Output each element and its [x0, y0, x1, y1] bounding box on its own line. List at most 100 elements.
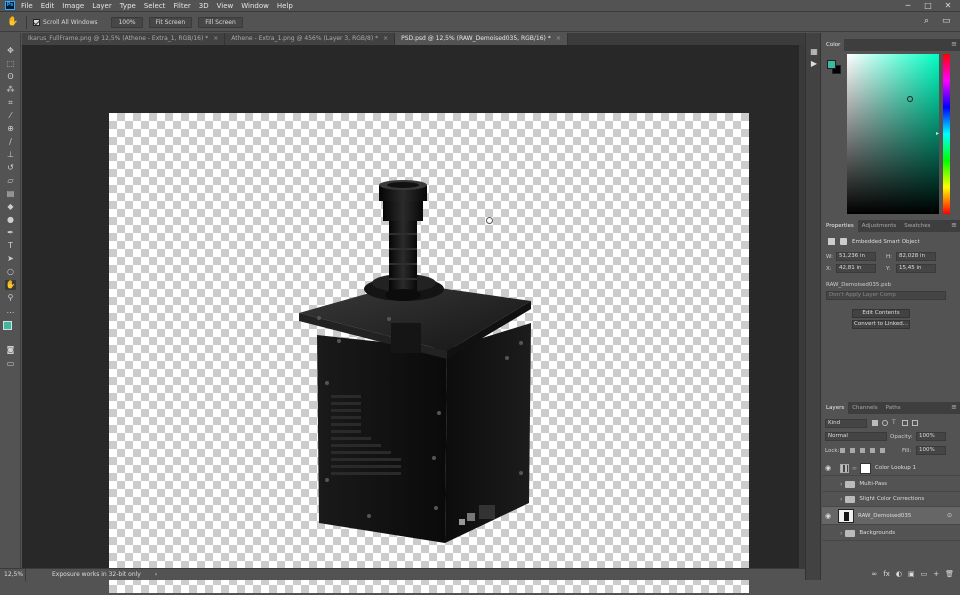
lock-artboard-icon[interactable]	[870, 448, 875, 453]
expand-arrow-icon[interactable]: ›	[840, 530, 842, 537]
clone-stamp-tool-icon[interactable]: ⊥	[5, 150, 16, 160]
menu-help[interactable]: Help	[277, 2, 293, 10]
smart-filter-icon[interactable]: ⊙	[947, 512, 952, 519]
history-brush-tool-icon[interactable]: ↺	[5, 163, 16, 173]
tab-channels[interactable]: Channels	[848, 402, 881, 414]
layer-row[interactable]: ◉ ∞ Color Lookup 1	[822, 461, 960, 476]
blend-mode-select[interactable]: Normal	[825, 432, 887, 441]
width-field[interactable]: 51,236 in	[836, 252, 876, 261]
menu-view[interactable]: View	[217, 2, 234, 10]
filter-pixel-icon[interactable]	[872, 420, 878, 426]
eye-icon[interactable]: ◉	[822, 512, 834, 520]
fit-screen-button[interactable]: Fit Screen	[148, 16, 193, 28]
shape-tool-icon[interactable]: ○	[5, 267, 16, 277]
tab-close-icon[interactable]: ×	[383, 33, 388, 45]
hue-slider-handle[interactable]: ▸	[936, 130, 939, 137]
workspace-icon[interactable]: ▭	[942, 16, 951, 26]
color-saturation-field[interactable]	[847, 54, 939, 214]
marquee-tool-icon[interactable]: ⬚	[5, 59, 16, 69]
document-canvas[interactable]	[109, 113, 749, 593]
filter-adjustment-icon[interactable]	[882, 420, 888, 426]
panel-menu-icon[interactable]: ≡	[951, 220, 957, 231]
eyedropper-tool-icon[interactable]: ⁄	[5, 111, 16, 121]
layer-filter-kind-select[interactable]: Kind	[825, 419, 867, 428]
minimize-icon[interactable]: ─	[898, 0, 918, 12]
search-icon[interactable]: ⌕	[924, 16, 929, 26]
filter-smart-icon[interactable]	[912, 420, 918, 426]
tab-swatches[interactable]: Swatches	[900, 220, 934, 232]
menu-select[interactable]: Select	[144, 2, 166, 10]
adjustment-layer-icon[interactable]: ▣	[908, 570, 915, 578]
dodge-tool-icon[interactable]: ●	[5, 215, 16, 225]
move-tool-icon[interactable]: ✥	[5, 46, 16, 56]
tab-color[interactable]: Color	[822, 39, 845, 51]
eye-icon[interactable]: ◉	[822, 464, 834, 472]
edit-contents-button[interactable]: Edit Contents	[852, 309, 910, 318]
foreground-color-swatch[interactable]	[3, 321, 12, 330]
hand-tool-icon[interactable]: ✋	[5, 280, 16, 290]
opacity-field[interactable]: 100%	[916, 432, 946, 441]
layer-comp-select[interactable]: Don't Apply Layer Comp	[826, 291, 946, 300]
menu-3d[interactable]: 3D	[199, 2, 209, 10]
zoom-level[interactable]: 12,5%	[0, 568, 26, 581]
blur-tool-icon[interactable]: ◆	[5, 202, 16, 212]
layer-mask-thumbnail[interactable]	[860, 462, 871, 474]
fill-field[interactable]: 100%	[916, 446, 946, 455]
eraser-tool-icon[interactable]: ▱	[5, 176, 16, 186]
new-group-icon[interactable]: ▭	[921, 570, 928, 578]
menu-layer[interactable]: Layer	[92, 2, 112, 10]
layer-row[interactable]: › Backgrounds	[822, 526, 960, 541]
layer-row[interactable]: › Multi-Pass	[822, 477, 960, 492]
tab-close-icon[interactable]: ×	[556, 33, 561, 45]
color-picker-cursor[interactable]	[907, 96, 913, 102]
zoom-tool-icon[interactable]: ⚲	[5, 293, 16, 303]
add-mask-icon[interactable]: ◐	[896, 570, 902, 578]
layer-row[interactable]: › Slight Color Corrections	[822, 492, 960, 507]
fill-screen-button[interactable]: Fill Screen	[198, 16, 243, 28]
pen-tool-icon[interactable]: ✒	[5, 228, 16, 238]
panel-menu-icon[interactable]: ≡	[951, 39, 957, 50]
new-layer-icon[interactable]: +	[933, 570, 939, 578]
zoom-100-button[interactable]: 100%	[111, 16, 143, 28]
path-selection-tool-icon[interactable]: ➤	[5, 254, 16, 264]
color-panel-icon[interactable]: ▦	[809, 47, 819, 57]
height-field[interactable]: 82,028 in	[896, 252, 936, 261]
x-field[interactable]: 42,81 in	[836, 264, 876, 273]
layer-properties-icon[interactable]	[828, 238, 835, 245]
menu-filter[interactable]: Filter	[173, 2, 190, 10]
panel-menu-icon[interactable]: ≡	[951, 402, 957, 413]
quick-mask-icon[interactable]: ◙	[5, 345, 16, 355]
link-layers-icon[interactable]: ∞	[871, 570, 877, 578]
expand-arrow-icon[interactable]: ›	[840, 481, 842, 488]
tab-ikarus[interactable]: Ikarus_FullFrame.png @ 12,5% (Athene - E…	[22, 33, 226, 45]
expand-arrow-icon[interactable]: ›	[840, 496, 842, 503]
gradient-tool-icon[interactable]: ▤	[5, 189, 16, 199]
status-arrow-icon[interactable]: ›	[155, 571, 157, 578]
layer-row-selected[interactable]: ◉ RAW_Demoised035 ⊙	[822, 507, 960, 525]
lock-all-icon[interactable]	[880, 448, 885, 453]
hand-icon[interactable]: ✋	[0, 17, 26, 27]
smart-object-thumbnail[interactable]	[838, 508, 854, 523]
screen-mode-icon[interactable]: ▭	[5, 359, 16, 369]
lock-transparent-icon[interactable]	[840, 448, 845, 453]
menu-edit[interactable]: Edit	[41, 2, 55, 10]
convert-to-linked-button[interactable]: Convert to Linked...	[852, 320, 910, 329]
filter-shape-icon[interactable]	[902, 420, 908, 426]
lock-image-icon[interactable]	[850, 448, 855, 453]
brush-tool-icon[interactable]: ∕	[5, 137, 16, 147]
lock-position-icon[interactable]	[860, 448, 865, 453]
crop-tool-icon[interactable]: ⌗	[5, 98, 16, 108]
fx-icon[interactable]: fx	[883, 570, 890, 578]
trash-icon[interactable]: 🗑	[945, 570, 954, 578]
menu-file[interactable]: File	[21, 2, 33, 10]
more-tools-icon[interactable]: …	[5, 306, 16, 316]
canvas-workspace[interactable]	[22, 45, 799, 593]
filter-type-icon[interactable]: T	[892, 420, 898, 426]
tab-properties[interactable]: Properties	[822, 220, 858, 232]
close-icon[interactable]: ✕	[938, 0, 958, 12]
lasso-tool-icon[interactable]: ʘ	[5, 72, 16, 82]
tab-close-icon[interactable]: ×	[213, 33, 218, 45]
type-tool-icon[interactable]: T	[5, 241, 16, 251]
menu-image[interactable]: Image	[62, 2, 84, 10]
y-field[interactable]: 15,45 in	[896, 264, 936, 273]
